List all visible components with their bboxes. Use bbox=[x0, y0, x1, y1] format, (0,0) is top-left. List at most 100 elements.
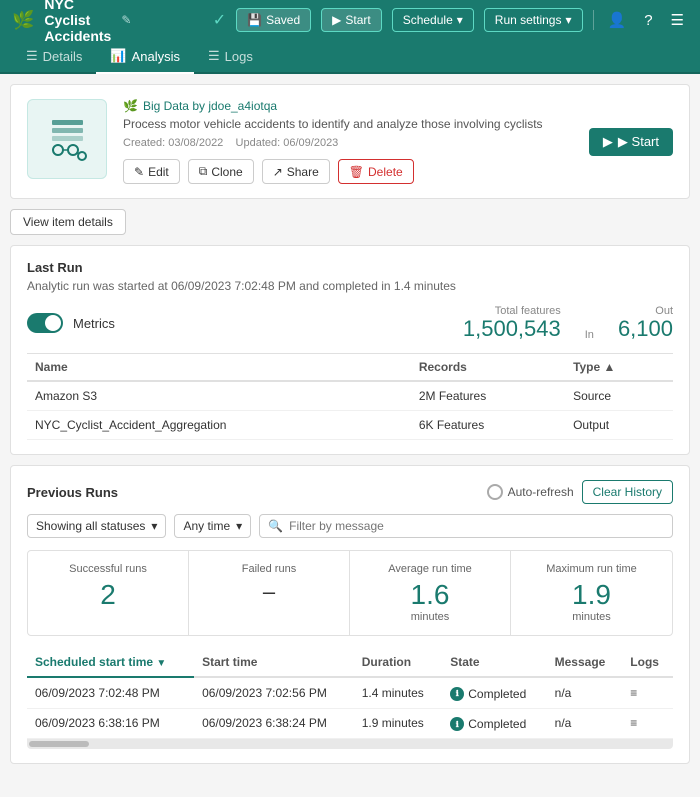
row-message: n/a bbox=[547, 708, 623, 739]
last-run-title: Last Run bbox=[27, 260, 673, 275]
row-type: Source bbox=[565, 381, 673, 411]
metrics-toggle[interactable] bbox=[27, 313, 63, 333]
search-icon: 🔍 bbox=[268, 519, 283, 533]
tab-details[interactable]: ☰ Details bbox=[12, 40, 96, 74]
table-row: Amazon S3 2M Features Source bbox=[27, 381, 673, 411]
row-name: NYC_Cyclist_Accident_Aggregation bbox=[27, 411, 411, 440]
scroll-area[interactable] bbox=[27, 739, 673, 749]
start-button[interactable]: ▶ Start bbox=[321, 8, 382, 32]
tab-bar: ☰ Details 📊 Analysis ☰ Logs bbox=[0, 40, 700, 74]
analysis-tab-icon: 📊 bbox=[110, 48, 126, 64]
successful-value: 2 bbox=[40, 581, 176, 609]
row-state: ℹ Completed bbox=[442, 708, 546, 739]
edit-icon: ✎ bbox=[134, 165, 144, 179]
page-title: NYC Cyclist Accidents bbox=[44, 0, 111, 44]
row-scheduled: 06/09/2023 6:38:16 PM bbox=[27, 708, 194, 739]
chevron-down-icon: ▾ bbox=[565, 13, 571, 27]
last-run-subtitle: Analytic run was started at 06/09/2023 7… bbox=[27, 279, 673, 293]
autorefresh-radio[interactable] bbox=[487, 484, 503, 500]
row-logs[interactable]: ≡ bbox=[622, 677, 673, 708]
last-run-table: Name Records Type ▲ Amazon S3 2M Feature… bbox=[27, 353, 673, 440]
last-run-section: Last Run Analytic run was started at 06/… bbox=[10, 245, 690, 455]
play-icon: ▶ bbox=[603, 134, 613, 150]
col-logs-header[interactable]: Logs bbox=[622, 648, 673, 677]
status-filter[interactable]: Showing all statuses ▾ bbox=[27, 514, 166, 538]
edit-title-icon[interactable]: ✎ bbox=[121, 13, 131, 27]
help-icon[interactable]: ? bbox=[640, 8, 656, 33]
logs-icon[interactable]: ≡ bbox=[630, 716, 637, 730]
schedule-button[interactable]: Schedule ▾ bbox=[392, 8, 474, 32]
clear-history-button[interactable]: Clear History bbox=[582, 480, 673, 504]
row-duration: 1.9 minutes bbox=[354, 708, 443, 739]
header-divider bbox=[593, 10, 594, 30]
run-settings-button[interactable]: Run settings ▾ bbox=[484, 8, 583, 32]
table-row: 06/09/2023 7:02:48 PM 06/09/2023 7:02:56… bbox=[27, 677, 673, 708]
row-type: Output bbox=[565, 411, 673, 440]
row-duration: 1.4 minutes bbox=[354, 677, 443, 708]
successful-runs-stat: Successful runs 2 bbox=[28, 551, 189, 635]
status-badge: ℹ Completed bbox=[450, 717, 526, 731]
stats-grid: Successful runs 2 Failed runs – Average … bbox=[27, 550, 673, 636]
autorefresh-control: Auto-refresh bbox=[487, 484, 574, 500]
row-logs[interactable]: ≡ bbox=[622, 708, 673, 739]
message-filter[interactable]: 🔍 bbox=[259, 514, 673, 538]
filters-row: Showing all statuses ▾ Any time ▾ 🔍 bbox=[27, 514, 673, 538]
time-filter[interactable]: Any time ▾ bbox=[174, 514, 251, 538]
row-records: 6K Features bbox=[411, 411, 565, 440]
play-icon: ▶ bbox=[332, 13, 341, 27]
menu-icon[interactable]: ☰ bbox=[667, 7, 688, 33]
col-scheduled-header[interactable]: Scheduled start time ▼ bbox=[27, 648, 194, 677]
logs-icon[interactable]: ≡ bbox=[630, 686, 637, 700]
failed-runs-stat: Failed runs – bbox=[189, 551, 350, 635]
row-name: Amazon S3 bbox=[27, 381, 411, 411]
card-start-button[interactable]: ▶ ▶ Start bbox=[589, 128, 673, 156]
chevron-down-icon: ▾ bbox=[151, 519, 157, 533]
total-features-value: 1,500,543 bbox=[463, 317, 561, 341]
info-actions: ✎ Edit ⧉ Clone ↗ Share 🗑 Delete bbox=[123, 159, 573, 184]
app-header: 🌿 NYC Cyclist Accidents ✎ ✓ 💾 Saved ▶ St… bbox=[0, 0, 700, 40]
message-filter-input[interactable] bbox=[289, 519, 664, 533]
view-details-button[interactable]: View item details bbox=[10, 209, 126, 235]
status-badge: ℹ Completed bbox=[450, 687, 526, 701]
tab-logs[interactable]: ☰ Logs bbox=[194, 40, 267, 74]
col-state-header[interactable]: State bbox=[442, 648, 546, 677]
col-start-header[interactable]: Start time bbox=[194, 648, 354, 677]
table-row: NYC_Cyclist_Accident_Aggregation 6K Feat… bbox=[27, 411, 673, 440]
autorefresh-label: Auto-refresh bbox=[508, 485, 574, 499]
saved-button[interactable]: 💾 Saved bbox=[236, 8, 311, 32]
clone-button[interactable]: ⧉ Clone bbox=[188, 159, 254, 184]
logs-tab-icon: ☰ bbox=[208, 48, 220, 64]
data-icon bbox=[40, 112, 95, 167]
info-owner: 🌿 Big Data by jdoe_a4iotqa bbox=[123, 99, 573, 113]
avg-value: 1.6 bbox=[362, 581, 498, 609]
edit-button[interactable]: ✎ Edit bbox=[123, 159, 180, 184]
prev-runs-header: Previous Runs Auto-refresh Clear History bbox=[27, 480, 673, 504]
save-check-icon: ✓ bbox=[213, 10, 226, 30]
col-message-header[interactable]: Message bbox=[547, 648, 623, 677]
metrics-stats: Total features 1,500,543 In Out 6,100 bbox=[463, 305, 673, 341]
out-value: 6,100 bbox=[618, 317, 673, 341]
failed-value: – bbox=[201, 581, 337, 603]
details-tab-icon: ☰ bbox=[26, 48, 38, 64]
info-card: 🌿 Big Data by jdoe_a4iotqa Process motor… bbox=[10, 84, 690, 199]
scroll-thumb[interactable] bbox=[29, 741, 89, 747]
runs-table: Scheduled start time ▼ Start time Durati… bbox=[27, 648, 673, 739]
chevron-down-icon: ▾ bbox=[457, 13, 463, 27]
metrics-row: Metrics Total features 1,500,543 In Out … bbox=[27, 305, 673, 341]
owner-icon: 🌿 bbox=[123, 99, 138, 113]
share-button[interactable]: ↗ Share bbox=[262, 159, 330, 184]
info-description: Process motor vehicle accidents to ident… bbox=[123, 117, 573, 131]
app-logo-icon: 🌿 bbox=[12, 10, 34, 31]
info-details: 🌿 Big Data by jdoe_a4iotqa Process motor… bbox=[123, 99, 573, 184]
col-name-header: Name bbox=[27, 354, 411, 382]
metrics-label: Metrics bbox=[73, 316, 453, 331]
tab-analysis[interactable]: 📊 Analysis bbox=[96, 40, 194, 74]
row-state: ℹ Completed bbox=[442, 677, 546, 708]
saved-icon: 💾 bbox=[247, 13, 262, 27]
delete-button[interactable]: 🗑 Delete bbox=[338, 159, 414, 184]
col-type-header[interactable]: Type ▲ bbox=[565, 354, 673, 382]
chevron-down-icon: ▾ bbox=[236, 519, 242, 533]
user-icon[interactable]: 👤 bbox=[604, 7, 631, 33]
col-duration-header[interactable]: Duration bbox=[354, 648, 443, 677]
prev-runs-controls: Auto-refresh Clear History bbox=[487, 480, 673, 504]
